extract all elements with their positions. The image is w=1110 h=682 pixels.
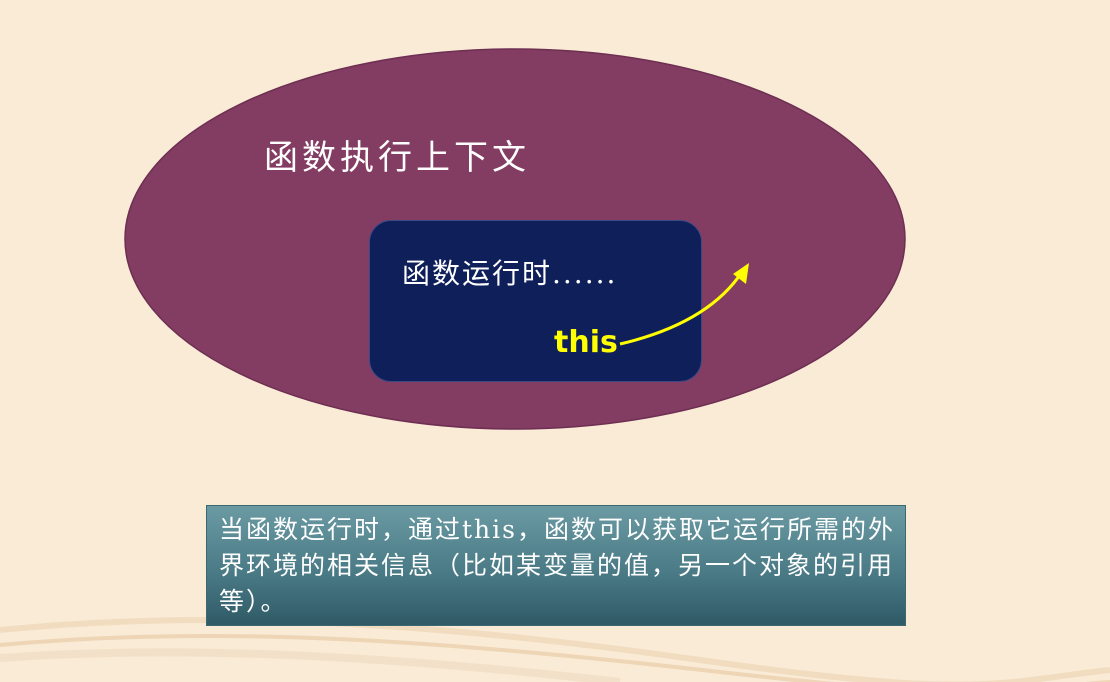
explanation-box: 当函数运行时，通过this，函数可以获取它运行所需的外界环境的相关信息（比如某变… <box>206 505 906 626</box>
this-label: this <box>554 325 618 360</box>
explanation-text: 当函数运行时，通过this，函数可以获取它运行所需的外界环境的相关信息（比如某变… <box>219 515 895 616</box>
function-runtime-box <box>369 220 702 382</box>
execution-context-title: 函数执行上下文 <box>264 138 530 178</box>
function-runtime-text: 函数运行时...... <box>402 257 618 290</box>
